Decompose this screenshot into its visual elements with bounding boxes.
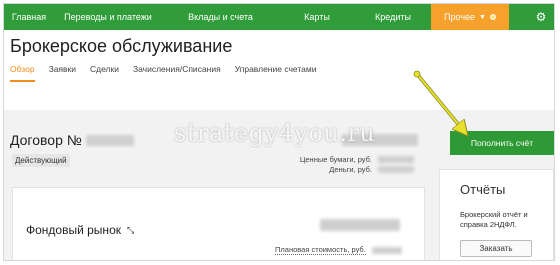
nav-item-other[interactable]: Прочее ▼ [431, 4, 509, 30]
stock-market-title-label: Фондовый рынок [26, 223, 121, 237]
securities-value-redacted [378, 156, 414, 163]
contract-title: Договор № [10, 132, 134, 148]
contract-number-redacted [85, 134, 134, 146]
reports-panel: Отчёты Брокерский отчёт и справка 2НДФЛ.… [439, 169, 554, 260]
nav-item-credits[interactable]: Кредиты [355, 4, 431, 30]
money-row: Деньги, руб. [329, 165, 414, 174]
planned-value-label[interactable]: Плановая стоимость, руб. [275, 245, 366, 255]
notification-dot-icon [489, 14, 496, 20]
money-label: Деньги, руб. [329, 165, 372, 174]
nav-item-home[interactable]: Главная [4, 4, 54, 30]
refresh-icon[interactable]: ⤡ [127, 225, 134, 236]
stock-market-title: Фондовый рынок ⤡ [26, 223, 134, 237]
planned-value-redacted [371, 246, 402, 254]
gear-icon[interactable]: ⚙ [529, 4, 553, 30]
stock-market-card: Фондовый рынок ⤡ Плановая стоимость, руб… [12, 187, 425, 260]
page-title: Брокерское обслуживание [10, 36, 233, 56]
top-navigation: Главная Переводы и платежи Вклады и счет… [4, 4, 554, 30]
reports-title: Отчёты [460, 182, 506, 197]
securities-label: Ценные бумаги, руб. [299, 155, 372, 164]
status-badge: Действующий [12, 154, 70, 167]
tab-orders[interactable]: Заявки [49, 64, 76, 82]
nav-item-deposits[interactable]: Вклады и счета [162, 4, 279, 30]
tab-deals[interactable]: Сделки [90, 64, 119, 82]
stock-market-value-redacted [320, 219, 400, 231]
nav-item-cards[interactable]: Карты [279, 4, 355, 30]
securities-row: Ценные бумаги, руб. [300, 155, 414, 164]
tab-account-management[interactable]: Управление счетами [235, 64, 317, 82]
order-report-button[interactable]: Заказать [460, 240, 532, 257]
money-value-redacted [378, 166, 414, 173]
app-window: Главная Переводы и платежи Вклады и счет… [3, 3, 555, 261]
tab-bar: Обзор Заявки Сделки Зачисления/Списания … [10, 64, 330, 82]
tab-overview[interactable]: Обзор [10, 64, 35, 82]
watermark: strategy4you.ru [174, 119, 376, 147]
planned-value-row: Плановая стоимость, руб. [275, 245, 402, 255]
chevron-down-icon: ▼ [479, 13, 486, 21]
nav-item-other-label: Прочее [444, 12, 476, 22]
nav-item-transfers[interactable]: Переводы и платежи [54, 4, 162, 30]
tab-transfers[interactable]: Зачисления/Списания [133, 64, 221, 82]
reports-description: Брокерский отчёт и справка 2НДФЛ. [460, 210, 528, 229]
topup-button[interactable]: Пополнить счёт [450, 131, 554, 155]
contract-label: Договор № [10, 132, 82, 148]
